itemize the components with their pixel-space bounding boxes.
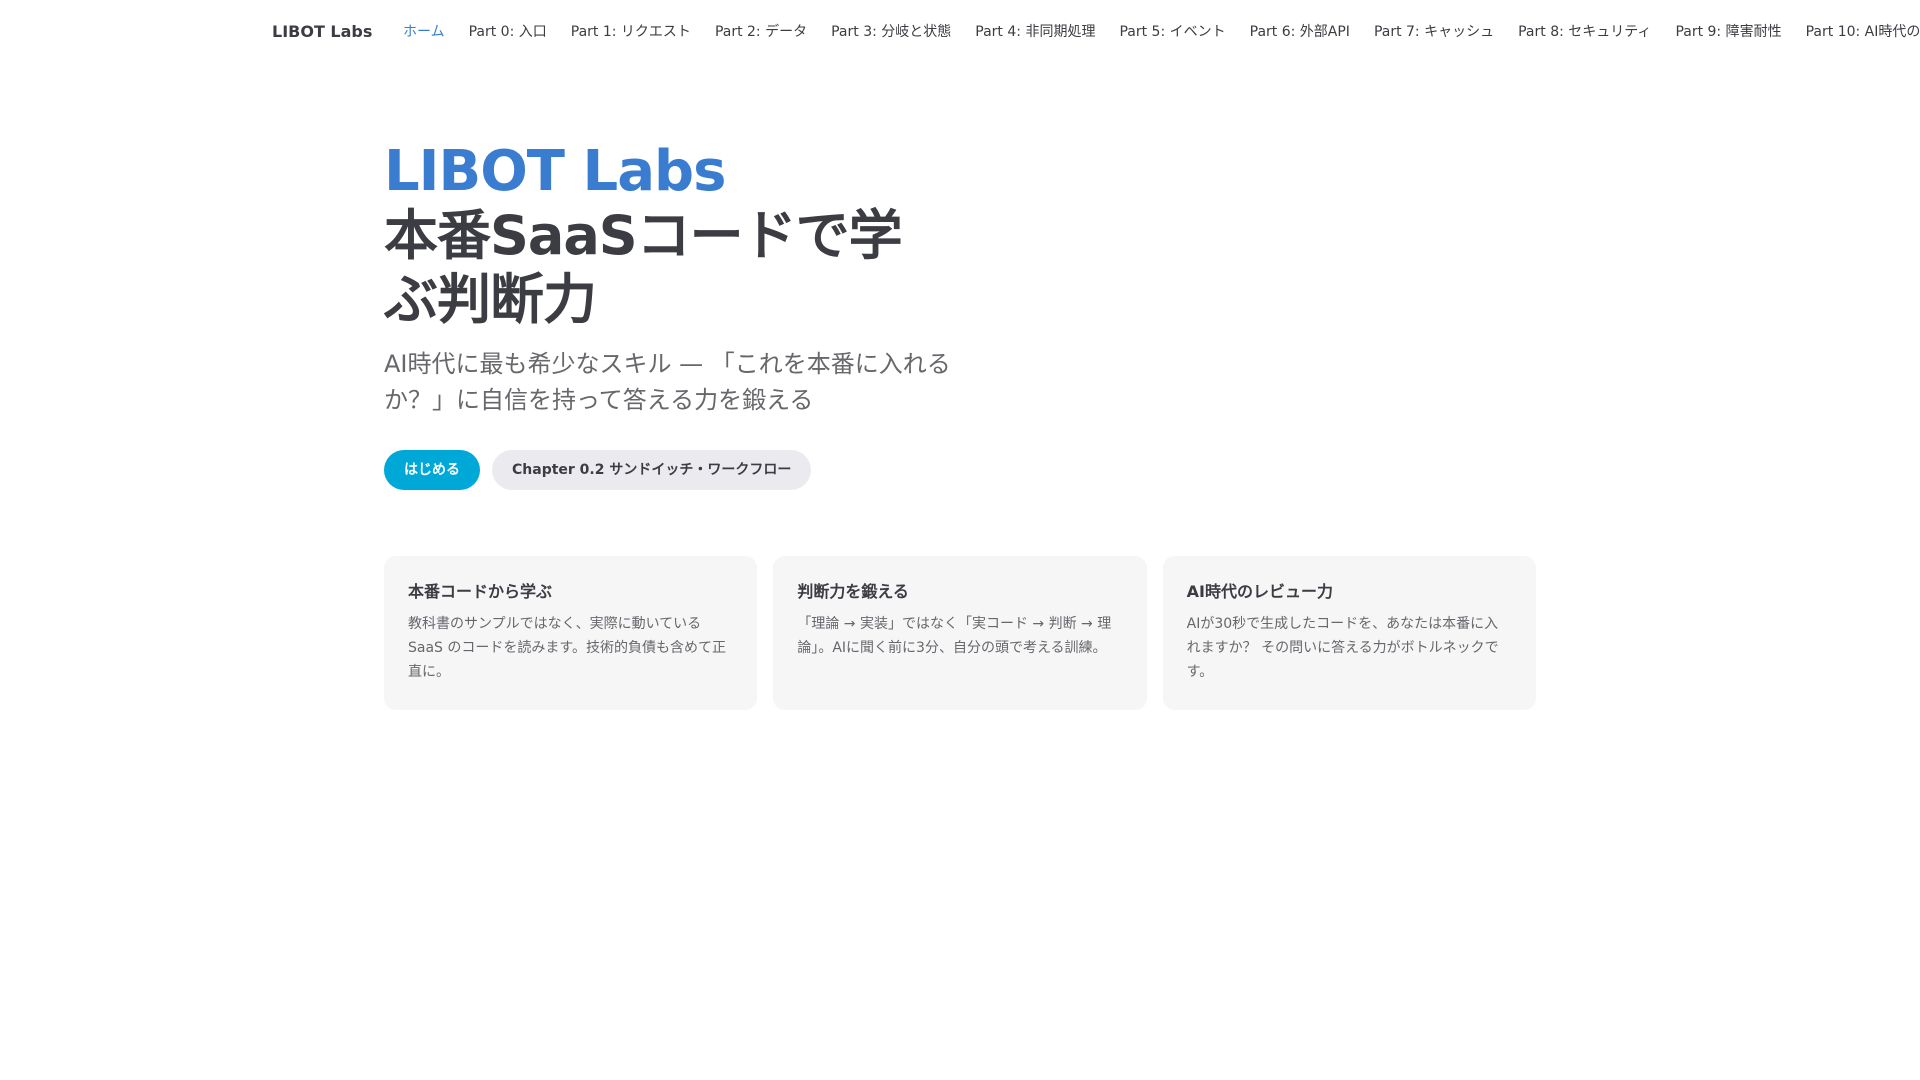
hero-text: 本番SaaSコードで学ぶ判断力 [384,204,903,331]
nav-link-part-2[interactable]: Part 2: データ [715,0,807,64]
nav-link-part-9[interactable]: Part 9: 障害耐性 [1675,0,1781,64]
hero-name: LIBOT Labs [384,139,726,204]
site-title[interactable]: LIBOT Labs [272,0,372,64]
nav-link-home[interactable]: ホーム [403,0,445,64]
feature-card: AI時代のレビュー力 AIが30秒で生成したコードを、あなたは本番に入れますか？… [1162,556,1536,710]
nav-link-part-3[interactable]: Part 3: 分岐と状態 [831,0,951,64]
feature-title: 判断力を鍛える [797,582,909,601]
top-navbar: LIBOT Labs ホーム Part 0: 入口 Part 1: リクエスト … [0,0,1920,64]
feature-details: 「理論 → 実装」ではなく「実コード → 判断 → 理論」。AIに聞く前に3分、… [797,616,1112,656]
nav-links: ホーム Part 0: 入口 Part 1: リクエスト Part 2: データ… [403,0,1920,64]
hero-actions: はじめる Chapter 0.2 サンドイッチ・ワークフロー [384,450,984,490]
nav-link-part-8[interactable]: Part 8: セキュリティ [1518,0,1651,64]
nav-link-part-0[interactable]: Part 0: 入口 [469,0,547,64]
feature-title: 本番コードから学ぶ [408,582,553,601]
feature-details: AIが30秒で生成したコードを、あなたは本番に入れますか？ その問いに答える力が… [1186,616,1499,680]
get-started-button[interactable]: はじめる [384,450,480,490]
feature-title: AI時代のレビュー力 [1186,582,1333,601]
nav-link-part-4[interactable]: Part 4: 非同期処理 [975,0,1095,64]
nav-link-part-10[interactable]: Part 10: AI時代のレビ [1806,0,1920,64]
feature-card: 判断力を鍛える 「理論 → 実装」ではなく「実コード → 判断 → 理論」。AI… [773,556,1147,710]
nav-link-part-1[interactable]: Part 1: リクエスト [571,0,691,64]
chapter-link-button[interactable]: Chapter 0.2 サンドイッチ・ワークフロー [492,450,812,490]
feature-card: 本番コードから学ぶ 教科書のサンプルではなく、実際に動いている SaaS のコー… [384,556,758,710]
features-section: 本番コードから学ぶ 教科書のサンプルではなく、実際に動いている SaaS のコー… [384,556,1536,710]
hero-tagline: AI時代に最も希少なスキル — 「これを本番に入れるか？」に自信を持って答える力… [384,350,951,414]
hero-section: LIBOT Labs 本番SaaSコードで学ぶ判断力 AI時代に最も希少なスキル… [384,140,984,490]
nav-link-part-5[interactable]: Part 5: イベント [1119,0,1225,64]
nav-link-part-6[interactable]: Part 6: 外部API [1250,0,1350,64]
feature-details: 教科書のサンプルではなく、実際に動いている SaaS のコードを読みます。技術的… [408,616,726,680]
nav-link-part-7[interactable]: Part 7: キャッシュ [1374,0,1494,64]
